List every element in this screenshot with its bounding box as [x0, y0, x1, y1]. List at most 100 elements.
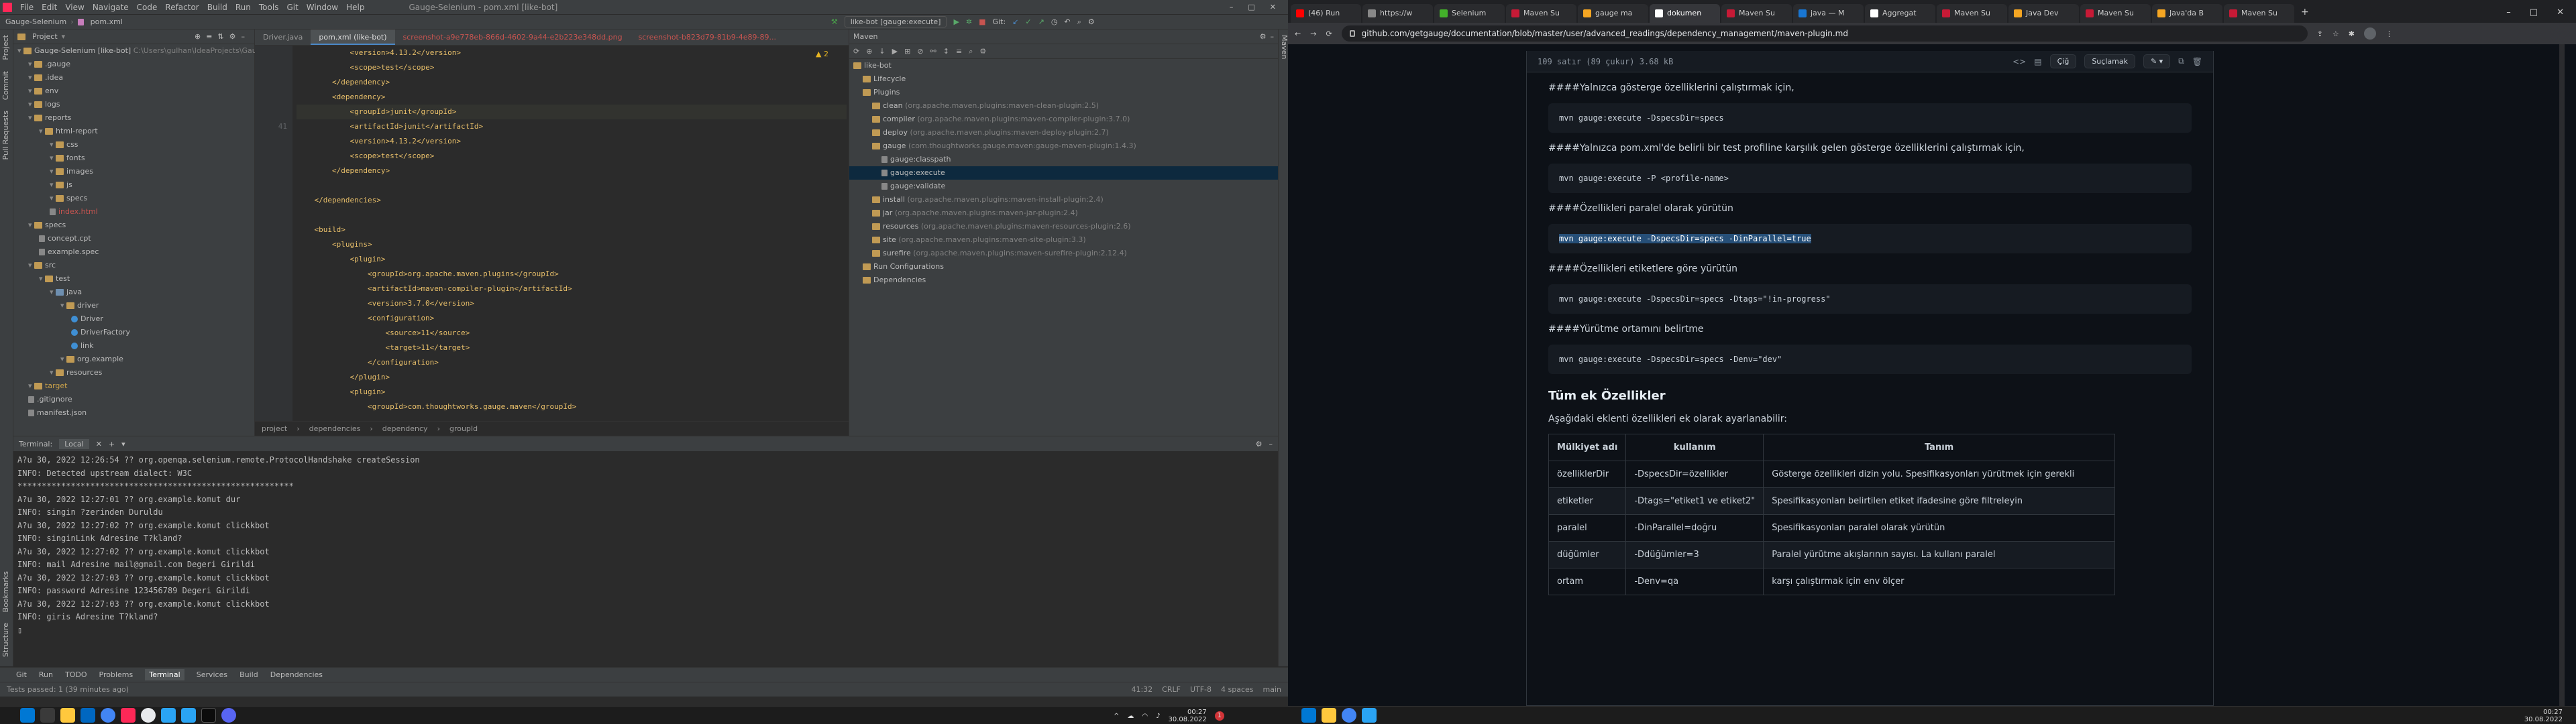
maven-tree-item[interactable]: install (org.apache.maven.plugins:maven-… — [849, 193, 1278, 206]
notification-badge[interactable]: 1 — [1214, 711, 1224, 721]
rollback-icon[interactable]: ↶ — [1064, 17, 1070, 26]
browser-tab[interactable]: Maven Su — [2224, 4, 2294, 23]
chevron-icon[interactable]: ▾ — [17, 46, 23, 55]
code-line[interactable]: <plugins> — [297, 237, 847, 252]
browser-tab[interactable]: Selenium — [1434, 4, 1505, 23]
app-alt-icon[interactable] — [181, 708, 196, 723]
editor-crumb[interactable]: project — [262, 424, 287, 433]
tree-item[interactable]: ▾ target — [13, 379, 254, 393]
status-item[interactable]: 41:32 — [1131, 685, 1152, 694]
menu-item[interactable]: View — [61, 3, 88, 12]
tree-item[interactable]: ▾ org.example — [13, 353, 254, 366]
right-stripe-tab[interactable]: Maven — [1279, 29, 1288, 64]
browser-tab[interactable]: Java'da B — [2152, 4, 2222, 23]
menu-item[interactable]: Edit — [38, 3, 61, 12]
tree-item[interactable]: concept.cpt — [13, 232, 254, 245]
minimize-panel-icon[interactable]: – — [1269, 440, 1273, 448]
bottom-tab[interactable]: Dependencies — [270, 670, 323, 679]
tree-item[interactable]: ▾ .gauge — [13, 58, 254, 71]
file-explorer-icon[interactable] — [1322, 708, 1336, 723]
menu-item[interactable]: Window — [303, 3, 342, 12]
tree-item[interactable]: DriverFactory — [13, 326, 254, 339]
breadcrumb-file[interactable]: pom.xml — [91, 17, 123, 26]
tree-item[interactable]: ▾ Gauge-Selenium [like-bot] C:\Users\gul… — [13, 44, 303, 58]
problems-badge[interactable]: ▲ 2 — [816, 50, 828, 58]
maven-tree-item[interactable]: site (org.apache.maven.plugins:maven-sit… — [849, 233, 1278, 247]
code-line[interactable] — [297, 178, 847, 193]
tree-item[interactable]: ▾ fonts — [13, 152, 254, 165]
status-item[interactable]: CRLF — [1162, 685, 1181, 694]
browser-tab[interactable]: dokumen — [1650, 4, 1720, 23]
bottom-tab[interactable]: TODO — [65, 670, 87, 679]
right-clock[interactable]: 00:27 30.08.2022 — [2524, 709, 2563, 723]
edit-icon[interactable]: ✎ ▾ — [2143, 54, 2171, 68]
minimize-icon[interactable]: – — [1230, 3, 1234, 11]
maximize-icon[interactable]: □ — [2530, 7, 2538, 17]
run-config-selector[interactable]: like-bot [gauge:execute] — [844, 16, 947, 27]
tree-item[interactable]: ▾ images — [13, 165, 254, 178]
chevron-icon[interactable]: ▾ — [50, 194, 56, 202]
code-line[interactable]: <artifactId>maven-compiler-plugin</artif… — [297, 282, 847, 296]
hammer-icon[interactable]: ⚒ — [831, 17, 838, 26]
chevron-icon[interactable]: ▾ — [50, 180, 56, 189]
reload-icon[interactable]: ⟳ — [1326, 29, 1332, 38]
code-block[interactable]: mvn gauge:execute -DspecsDir=specs -DinP… — [1548, 224, 2192, 253]
editor-tab[interactable]: screenshot-a9e778eb-866d-4602-9a44-e2b22… — [395, 29, 631, 45]
menu-item[interactable]: Code — [133, 3, 162, 12]
tree-item[interactable]: ▾ logs — [13, 98, 254, 111]
tree-item[interactable]: ▾ reports — [13, 111, 254, 125]
tree-item[interactable]: ▾ test — [13, 272, 254, 286]
forward-icon[interactable]: → — [1310, 29, 1316, 38]
code-line[interactable]: <plugin> — [297, 385, 847, 400]
editor-tab[interactable]: Driver.java — [255, 29, 311, 45]
editor-crumb[interactable]: dependency — [382, 424, 428, 433]
tree-item[interactable]: ▾ js — [13, 178, 254, 192]
stop-icon[interactable]: ■ — [979, 17, 985, 26]
maven-tree-item[interactable]: gauge:classpath — [849, 153, 1278, 166]
intellij-icon[interactable] — [121, 708, 136, 723]
raw-button[interactable]: Çiğ — [2049, 54, 2077, 68]
menu-item[interactable]: Git — [282, 3, 302, 12]
maven-tree-item[interactable]: Run Configurations — [849, 260, 1278, 274]
maximize-icon[interactable]: □ — [1248, 3, 1254, 11]
code-line[interactable]: <version>4.13.2</version> — [297, 134, 847, 149]
chevron-icon[interactable]: ▾ — [28, 100, 34, 109]
close-tab-icon[interactable]: ✕ — [96, 440, 102, 448]
tree-item[interactable]: Driver — [13, 312, 254, 326]
close-icon[interactable]: ✕ — [2557, 7, 2564, 17]
browser-tab[interactable]: Java Dev — [2008, 4, 2079, 23]
maven-tree-item[interactable]: deploy (org.apache.maven.plugins:maven-d… — [849, 126, 1278, 139]
browser-tab[interactable]: gauge ma — [1578, 4, 1648, 23]
maven-tree-item[interactable]: jar (org.apache.maven.plugins:maven-jar-… — [849, 206, 1278, 220]
chevron-icon[interactable]: ▾ — [50, 154, 56, 162]
breadcrumb-project[interactable]: Gauge-Selenium — [5, 17, 66, 26]
project-panel-title[interactable]: Project — [32, 32, 58, 41]
code-line[interactable]: </plugin> — [297, 370, 847, 385]
left-stripe-tab[interactable]: Project — [0, 29, 11, 66]
maven-tree-item[interactable]: gauge (com.thoughtworks.gauge.maven:gaug… — [849, 139, 1278, 153]
bottom-tab[interactable]: Git — [16, 670, 27, 679]
status-item[interactable]: main — [1263, 685, 1281, 694]
menu-icon[interactable]: ⋮ — [2385, 29, 2393, 38]
discord-icon[interactable] — [221, 708, 236, 723]
tree-item[interactable]: link — [13, 339, 254, 353]
app-icon[interactable] — [161, 708, 176, 723]
status-message[interactable]: Tests passed: 1 (39 minutes ago) — [7, 685, 129, 694]
code-block[interactable]: mvn gauge:execute -DspecsDir=specs — [1548, 103, 2192, 133]
chevron-icon[interactable]: ▾ — [28, 86, 34, 95]
settings-icon[interactable]: ⚙ — [1088, 17, 1095, 26]
menu-item[interactable]: Help — [342, 3, 368, 12]
share-icon[interactable]: ⇪ — [2317, 29, 2323, 38]
maven-tree-item[interactable]: compiler (org.apache.maven.plugins:maven… — [849, 113, 1278, 126]
tree-item[interactable]: index.html — [13, 205, 254, 219]
tree-item[interactable]: ▾ html-report — [13, 125, 254, 138]
code-line[interactable]: <build> — [297, 223, 847, 237]
code-line[interactable]: <version>3.7.0</version> — [297, 296, 847, 311]
bottom-tab[interactable]: Terminal — [145, 669, 184, 680]
git-commit-icon[interactable]: ✓ — [1025, 17, 1031, 26]
menu-item[interactable]: Refactor — [161, 3, 203, 12]
store-icon[interactable] — [80, 708, 95, 723]
chevron-icon[interactable]: ▾ — [60, 301, 66, 310]
minimize-panel-icon[interactable]: – — [1271, 32, 1275, 41]
chevron-down-icon[interactable]: ▾ — [121, 440, 125, 448]
